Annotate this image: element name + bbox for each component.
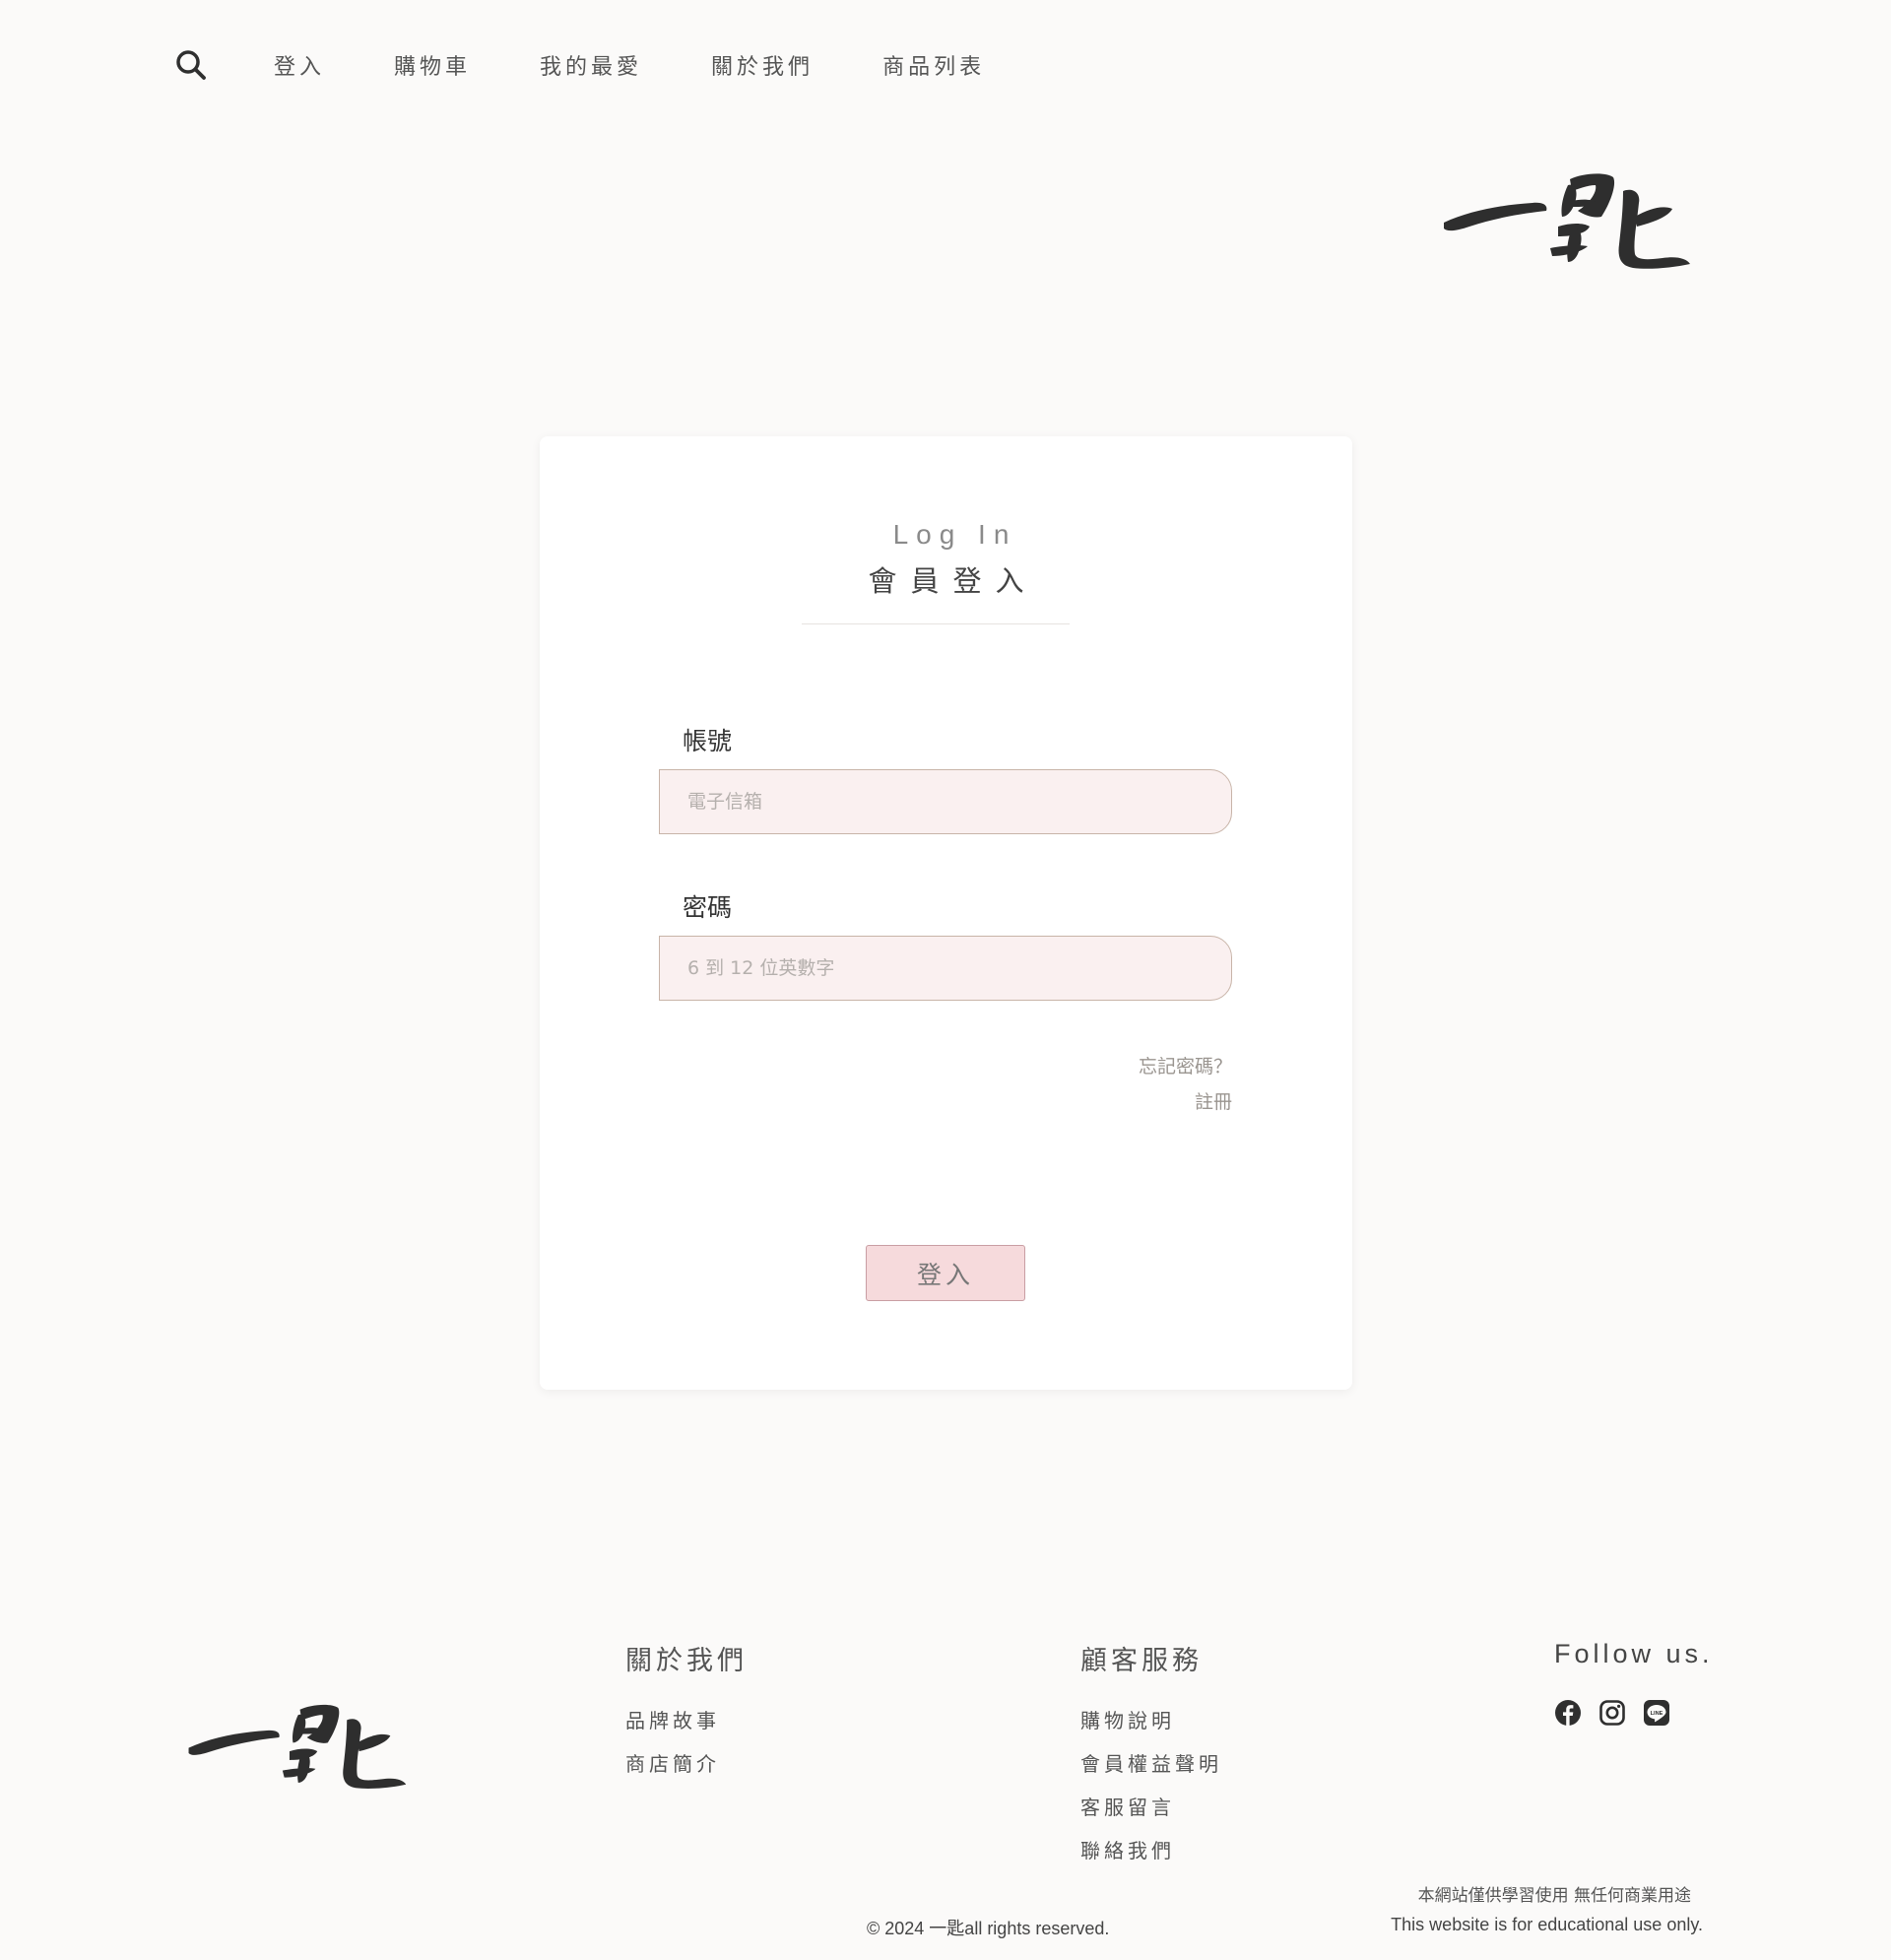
account-email-input[interactable] — [659, 769, 1232, 834]
brand-logo[interactable] — [1440, 165, 1692, 274]
footer-service-heading: 顧客服務 — [1080, 1646, 1203, 1676]
footer-service-column: 顧客服務 購物說明 會員權益聲明 客服留言 聯絡我們 — [1080, 1639, 1222, 1872]
nav-link-login[interactable]: 登入 — [274, 49, 325, 81]
password-input[interactable] — [659, 936, 1232, 1001]
login-title-en: Log In — [892, 519, 1017, 550]
footer-follow-column: Follow us. LINE — [1554, 1639, 1714, 1727]
disclaimer-en: This website is for educational use only… — [1391, 1915, 1703, 1934]
instagram-icon[interactable] — [1598, 1699, 1626, 1727]
footer-follow-heading: Follow us. — [1554, 1639, 1714, 1668]
facebook-icon[interactable] — [1554, 1699, 1582, 1727]
register-link[interactable]: 註冊 — [1195, 1087, 1232, 1114]
account-label: 帳號 — [683, 727, 733, 755]
nav-link-cart[interactable]: 購物車 — [394, 49, 471, 81]
footer-logo[interactable] — [185, 1696, 408, 1795]
search-icon — [176, 50, 206, 80]
top-nav: 登入 購物車 我的最愛 關於我們 商品列表 — [173, 45, 1054, 85]
footer-link-member-rights[interactable]: 會員權益聲明 — [1080, 1742, 1222, 1786]
nav-link-products[interactable]: 商品列表 — [882, 49, 985, 81]
footer-link-brand-story[interactable]: 品牌故事 — [625, 1699, 748, 1742]
footer-service-list: 購物說明 會員權益聲明 客服留言 聯絡我們 — [1080, 1699, 1222, 1872]
login-card: Log In 會員登入 帳號 密碼 忘記密碼？ 註冊 登入 — [540, 436, 1352, 1390]
footer-link-customer-message[interactable]: 客服留言 — [1080, 1786, 1222, 1829]
social-links: LINE — [1554, 1699, 1714, 1727]
footer-link-contact-us[interactable]: 聯絡我們 — [1080, 1829, 1222, 1872]
title-divider — [802, 623, 1070, 624]
footer-about-heading: 關於我們 — [625, 1646, 748, 1676]
disclaimer-zh: 本網站僅供學習使用 無任何商業用途 — [1417, 1886, 1691, 1906]
footer-about-list: 品牌故事 商店簡介 — [625, 1699, 748, 1786]
copyright-text: © 2024 一匙all rights reserved. — [867, 1919, 1110, 1938]
footer-link-shopping-guide[interactable]: 購物說明 — [1080, 1699, 1222, 1742]
footer-about-column: 關於我們 品牌故事 商店簡介 — [625, 1639, 748, 1786]
password-label: 密碼 — [683, 893, 733, 922]
nav-link-about[interactable]: 關於我們 — [711, 49, 814, 81]
line-icon[interactable]: LINE — [1643, 1699, 1670, 1727]
footer-link-store-intro[interactable]: 商店簡介 — [625, 1742, 748, 1786]
nav-links: 登入 購物車 我的最愛 關於我們 商品列表 — [274, 49, 1054, 81]
login-submit-button[interactable]: 登入 — [866, 1245, 1025, 1301]
login-title-zh: 會員登入 — [868, 564, 1038, 598]
footer-logo-calligraphy — [188, 1704, 407, 1789]
nav-link-favorites[interactable]: 我的最愛 — [540, 49, 642, 81]
search-button[interactable] — [173, 47, 209, 83]
forgot-password-link[interactable]: 忘記密碼？ — [1139, 1052, 1232, 1078]
brand-logo-calligraphy — [1444, 173, 1690, 269]
svg-text:LINE: LINE — [1651, 1711, 1663, 1717]
